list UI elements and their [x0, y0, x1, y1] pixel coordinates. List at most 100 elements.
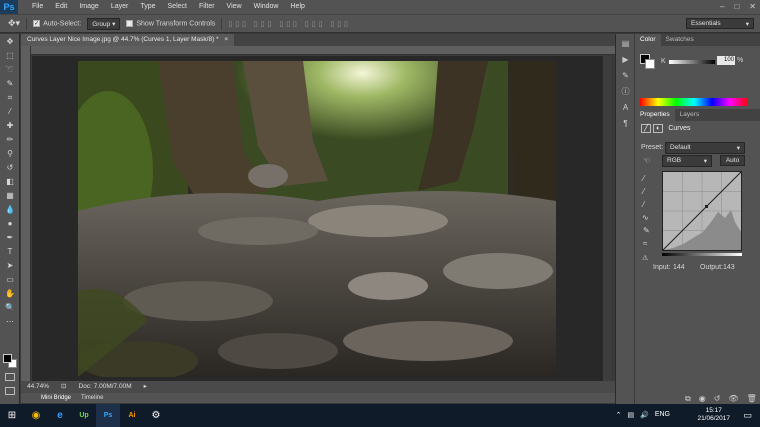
clip-to-layer-icon[interactable]: ⧉ — [685, 394, 691, 404]
clock-date: 21/06/2017 — [697, 415, 730, 422]
more-tools-icon[interactable]: ⋯ — [3, 315, 17, 328]
hand-tool-icon[interactable]: ✋ — [3, 287, 17, 300]
network-icon[interactable]: ▤ — [627, 411, 634, 419]
blur-tool-icon[interactable]: 💧 — [3, 203, 17, 216]
menu-layer[interactable]: Layer — [105, 0, 135, 14]
history-brush-tool-icon[interactable]: ↺ — [3, 161, 17, 174]
clone-stamp-tool-icon[interactable]: ⚲ — [3, 147, 17, 160]
status-menu-arrow-icon[interactable]: ▸ — [144, 381, 147, 393]
move-tool-icon[interactable]: ✥ — [3, 35, 17, 48]
reset-icon[interactable]: ↺ — [714, 394, 721, 404]
steam-icon[interactable]: ⚙ — [144, 404, 168, 427]
tab-properties[interactable]: Properties — [635, 109, 675, 121]
shape-tool-icon[interactable]: ▭ — [3, 273, 17, 286]
tab-color[interactable]: Color — [635, 34, 661, 46]
workspace-dropdown[interactable]: Essentials ▾ — [686, 18, 754, 29]
menu-file[interactable]: File — [26, 0, 49, 14]
photoshop-icon[interactable]: Ps — [96, 404, 120, 427]
sample-gray-icon[interactable]: ⁄ — [643, 187, 644, 196]
smooth-curve-icon[interactable]: ≈ — [643, 239, 647, 248]
character-panel-icon[interactable]: A — [619, 102, 632, 114]
edge-icon[interactable]: e — [48, 404, 72, 427]
paragraph-panel-icon[interactable]: ¶ — [619, 118, 632, 130]
tab-swatches[interactable]: Swatches — [661, 34, 699, 46]
menu-window[interactable]: Window — [248, 0, 285, 14]
taskbar: ⊞ ◉ e Up Ps Ai ⚙ ⌃ ▤ 🔊 ENG 15:17 21/06/2… — [0, 404, 760, 427]
illustrator-icon[interactable]: Ai — [120, 404, 144, 427]
menu-type[interactable]: Type — [134, 0, 161, 14]
brush-tool-icon[interactable]: ✏ — [3, 133, 17, 146]
menu-image[interactable]: Image — [73, 0, 104, 14]
curves-graph[interactable] — [662, 171, 742, 251]
clock[interactable]: 15:17 21/06/2017 — [697, 407, 730, 423]
brush-panel-icon[interactable]: ✎ — [619, 70, 632, 82]
tab-timeline[interactable]: Timeline — [81, 393, 103, 403]
vertical-scrollbar[interactable] — [602, 56, 611, 381]
tab-layers[interactable]: Layers — [675, 109, 705, 121]
document-tab[interactable]: Curves Layer Nice Image.jpg @ 44.7% (Cur… — [21, 34, 235, 46]
targeted-adjustment-icon[interactable]: ☜ — [643, 156, 650, 165]
language-indicator[interactable]: ENG — [655, 411, 670, 419]
eyedropper-tool-icon[interactable]: ⁄ — [3, 105, 17, 118]
visibility-icon[interactable]: 👁 — [728, 394, 738, 404]
volume-icon[interactable]: 🔊 — [640, 411, 649, 419]
menu-bar: Ps File Edit Image Layer Type Select Fil… — [0, 0, 760, 14]
zoom-tool-icon[interactable]: 🔍 — [3, 301, 17, 314]
dodge-tool-icon[interactable]: ● — [3, 217, 17, 230]
quick-mask-icon[interactable] — [5, 373, 15, 381]
lasso-tool-icon[interactable]: ➰ — [3, 63, 17, 76]
pen-tool-icon[interactable]: ✒ — [3, 231, 17, 244]
foreground-color-swatch[interactable] — [3, 354, 12, 363]
menu-filter[interactable]: Filter — [193, 0, 221, 14]
close-tab-icon[interactable]: × — [224, 36, 228, 43]
auto-select-checkbox[interactable]: Auto-Select: — [33, 19, 81, 27]
gradient-tool-icon[interactable]: ▦ — [3, 189, 17, 202]
start-icon[interactable]: ⊞ — [0, 404, 24, 427]
auto-select-dropdown[interactable]: Group ▾ — [87, 17, 121, 30]
share-icon[interactable]: ⊡ — [61, 381, 66, 393]
chrome-icon[interactable]: ◉ — [24, 404, 48, 427]
healing-brush-tool-icon[interactable]: ✚ — [3, 119, 17, 132]
maximize-button[interactable]: □ — [734, 0, 739, 14]
notifications-icon[interactable]: ▭ — [743, 410, 752, 421]
pencil-curve-icon[interactable]: ✎ — [643, 226, 650, 235]
color-background-swatch[interactable] — [645, 59, 655, 69]
align-icons[interactable]: ▯▯▯ ▯▯▯ ▯▯▯ ▯▯▯ ▯▯▯ — [228, 20, 351, 28]
clipping-warning-icon[interactable]: ⚠ — [642, 254, 648, 262]
preset-dropdown[interactable]: Default ▾ — [665, 142, 745, 154]
tab-mini-bridge[interactable]: Mini Bridge — [41, 393, 71, 403]
transform-controls-checkbox[interactable]: Show Transform Controls — [126, 19, 215, 27]
screen-mode-icon[interactable] — [5, 387, 15, 395]
minimize-button[interactable]: – — [720, 0, 724, 14]
info-panel-icon[interactable]: ⓘ — [619, 86, 632, 98]
upwork-icon[interactable]: Up — [72, 404, 96, 427]
crop-tool-icon[interactable]: ⌗ — [3, 91, 17, 104]
trash-icon[interactable]: 🗑 — [747, 394, 757, 404]
menu-help[interactable]: Help — [285, 0, 311, 14]
view-previous-icon[interactable]: ◉ — [699, 394, 706, 404]
type-tool-icon[interactable]: T — [3, 245, 17, 258]
menu-select[interactable]: Select — [162, 0, 193, 14]
sample-black-icon[interactable]: ⁄ — [643, 174, 644, 183]
close-button[interactable]: ✕ — [749, 0, 756, 14]
edit-points-icon[interactable]: ∿ — [642, 213, 649, 222]
k-slider[interactable] — [669, 60, 715, 64]
marquee-tool-icon[interactable]: ⬚ — [3, 49, 17, 62]
tray-chevron-icon[interactable]: ⌃ — [616, 411, 622, 419]
actions-panel-icon[interactable]: ▶ — [619, 54, 632, 66]
menu-view[interactable]: View — [221, 0, 248, 14]
menu-edit[interactable]: Edit — [49, 0, 73, 14]
bottom-panel-tabs: Mini Bridge Timeline — [21, 393, 634, 403]
document-image[interactable] — [78, 61, 556, 377]
channel-dropdown[interactable]: RGB ▾ — [662, 155, 712, 167]
path-selection-tool-icon[interactable]: ➤ — [3, 259, 17, 272]
auto-button[interactable]: Auto — [720, 155, 745, 166]
sample-white-icon[interactable]: ⁄ — [643, 200, 644, 209]
color-spectrum[interactable] — [640, 98, 748, 106]
history-panel-icon[interactable]: ▤ — [619, 38, 632, 50]
eraser-tool-icon[interactable]: ◧ — [3, 175, 17, 188]
move-tool-icon[interactable]: ✥▾ — [8, 18, 20, 29]
zoom-level[interactable]: 44.74% — [27, 381, 49, 393]
quick-select-tool-icon[interactable]: ✎ — [3, 77, 17, 90]
k-value-input[interactable]: 100 — [717, 56, 735, 65]
